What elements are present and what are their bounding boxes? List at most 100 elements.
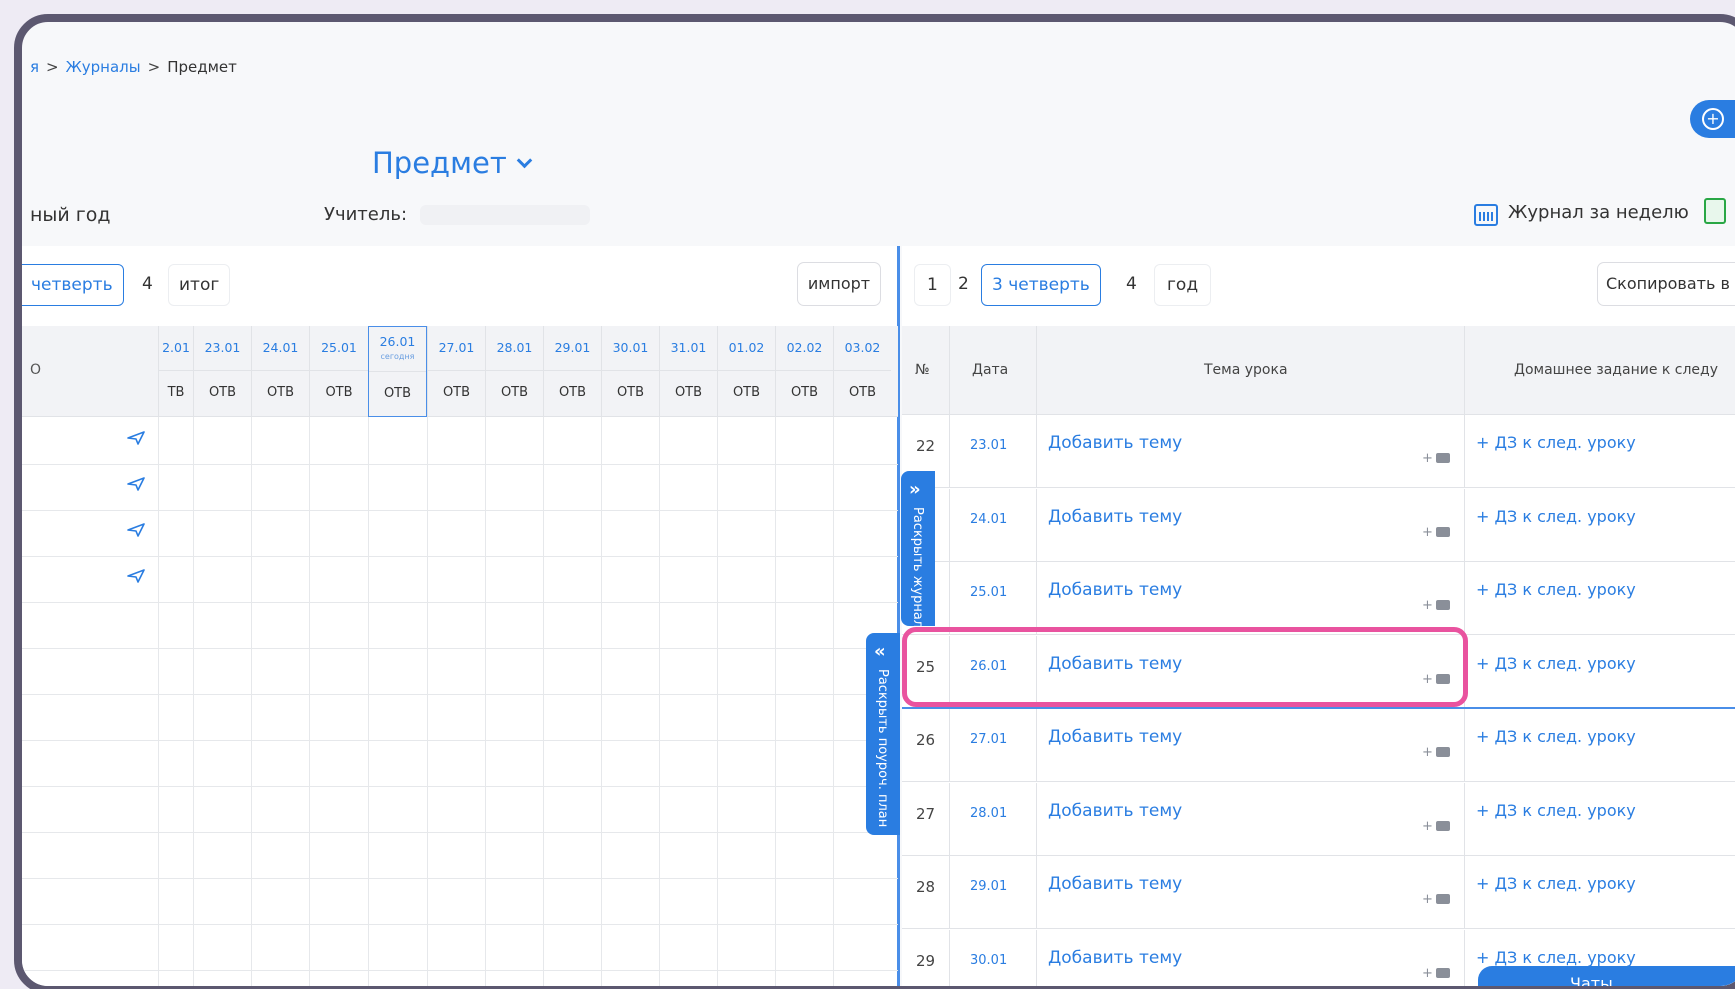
breadcrumb-link-home[interactable]: я bbox=[30, 58, 39, 76]
add-topic-link[interactable]: Добавить тему bbox=[1048, 507, 1182, 527]
add-topic-link[interactable]: Добавить тему bbox=[1048, 727, 1182, 747]
date-column[interactable]: 27.01 ОТВ bbox=[427, 326, 485, 417]
date-column[interactable]: 01.02 ОТВ bbox=[717, 326, 775, 417]
add-homework-link[interactable]: + ДЗ к след. уроку bbox=[1476, 433, 1636, 452]
add-topic-link[interactable]: Добавить тему bbox=[1048, 433, 1182, 453]
header-sep bbox=[1036, 326, 1037, 415]
date-header[interactable]: 28.01 bbox=[486, 326, 543, 371]
answer-type-label[interactable]: ОТВ bbox=[194, 371, 251, 416]
col-header-homework: Домашнее задание к следу bbox=[1514, 362, 1719, 378]
tab-quarter-1[interactable]: 1 bbox=[914, 264, 951, 306]
date-header[interactable]: 23.01 bbox=[194, 326, 251, 371]
date-header[interactable]: 29.01 bbox=[544, 326, 601, 371]
add-homework-link[interactable]: + ДЗ к след. уроку bbox=[1476, 654, 1636, 673]
grid-line bbox=[22, 786, 898, 787]
add-video-button[interactable]: + bbox=[1422, 745, 1450, 760]
date-column[interactable]: 31.01 ОТВ bbox=[659, 326, 717, 417]
lesson-date[interactable]: 23.01 bbox=[970, 438, 1007, 453]
lesson-date[interactable]: 28.01 bbox=[970, 806, 1007, 821]
tab-quarter-4-right[interactable]: 4 bbox=[1116, 264, 1147, 306]
week-journal-link[interactable]: Журнал за неделю bbox=[1508, 202, 1689, 223]
expand-plan-tab[interactable]: « Раскрыть поуроч. план bbox=[866, 633, 900, 835]
answer-type-label[interactable]: ОТВ bbox=[544, 371, 601, 416]
date-header[interactable]: 01.02 bbox=[718, 326, 775, 371]
lesson-date[interactable]: 25.01 bbox=[970, 585, 1007, 600]
date-header[interactable]: 2.01 bbox=[159, 326, 193, 371]
date-column[interactable]: 29.01 ОТВ bbox=[543, 326, 601, 417]
answer-type-label[interactable]: ОТВ bbox=[310, 371, 368, 416]
add-homework-link[interactable]: + ДЗ к след. уроку bbox=[1476, 727, 1636, 746]
grid-line bbox=[833, 417, 834, 986]
copy-button[interactable]: Скопировать в bbox=[1597, 262, 1735, 306]
date-column[interactable]: 30.01 ОТВ bbox=[601, 326, 659, 417]
lesson-date[interactable]: 30.01 bbox=[970, 953, 1007, 968]
add-topic-link[interactable]: Добавить тему bbox=[1048, 874, 1182, 894]
date-column[interactable]: 26.01 сегодня ОТВ bbox=[368, 326, 427, 417]
chats-label: Чаты bbox=[1570, 974, 1613, 989]
add-homework-link[interactable]: + ДЗ к след. уроку bbox=[1476, 948, 1636, 967]
date-header[interactable]: 24.01 bbox=[252, 326, 309, 371]
expand-journal-tab[interactable]: » Раскрыть журнал bbox=[901, 471, 935, 628]
add-topic-link[interactable]: Добавить тему bbox=[1048, 948, 1182, 968]
send-icon[interactable] bbox=[126, 568, 146, 584]
add-homework-link[interactable]: + ДЗ к след. уроку bbox=[1476, 874, 1636, 893]
send-icon[interactable] bbox=[126, 522, 146, 538]
answer-type-label[interactable]: ОТВ bbox=[776, 371, 833, 416]
breadcrumb-current: Предмет bbox=[167, 58, 237, 76]
add-homework-link[interactable]: + ДЗ к след. уроку bbox=[1476, 507, 1636, 526]
add-topic-link[interactable]: Добавить тему bbox=[1048, 801, 1182, 821]
answer-type-label[interactable]: ОТВ bbox=[252, 371, 309, 416]
date-header[interactable]: 26.01 сегодня bbox=[369, 327, 426, 372]
tab-total[interactable]: итог bbox=[168, 264, 231, 306]
answer-type-label[interactable]: ОТВ bbox=[602, 371, 659, 416]
date-header[interactable]: 25.01 bbox=[310, 326, 368, 371]
lesson-date[interactable]: 27.01 bbox=[970, 732, 1007, 747]
date-header[interactable]: 30.01 bbox=[602, 326, 659, 371]
date-column[interactable]: 25.01 ОТВ bbox=[309, 326, 368, 417]
add-button[interactable]: + bbox=[1690, 100, 1735, 138]
add-homework-link[interactable]: + ДЗ к след. уроку bbox=[1476, 580, 1636, 599]
tab-quarter-3[interactable]: четверть bbox=[22, 264, 124, 306]
chats-widget[interactable]: Чаты bbox=[1478, 966, 1735, 989]
import-button[interactable]: импорт bbox=[797, 262, 881, 306]
tab-quarter-2[interactable]: 2 bbox=[950, 264, 977, 306]
add-video-button[interactable]: + bbox=[1422, 525, 1450, 540]
send-icon[interactable] bbox=[126, 476, 146, 492]
grid-line bbox=[22, 602, 898, 603]
lesson-date[interactable]: 24.01 bbox=[970, 512, 1007, 527]
date-column[interactable]: 2.01 ТВ bbox=[158, 326, 193, 417]
answer-type-label[interactable]: ОТВ bbox=[486, 371, 543, 416]
add-video-button[interactable]: + bbox=[1422, 598, 1450, 613]
calendar-icon[interactable] bbox=[1474, 204, 1498, 226]
grid-line bbox=[775, 417, 776, 986]
date-column[interactable]: 03.02 ОТВ bbox=[833, 326, 891, 417]
send-icon[interactable] bbox=[126, 430, 146, 446]
date-header[interactable]: 03.02 bbox=[834, 326, 891, 371]
tab-quarter-4[interactable]: 4 bbox=[132, 264, 163, 306]
add-video-button[interactable]: + bbox=[1422, 451, 1450, 466]
tab-quarter-3-right[interactable]: 3 четверть bbox=[981, 264, 1101, 306]
answer-type-label[interactable]: ОТВ bbox=[834, 371, 891, 416]
date-header[interactable]: 02.02 bbox=[776, 326, 833, 371]
answer-type-label[interactable]: ТВ bbox=[159, 371, 193, 416]
date-header[interactable]: 31.01 bbox=[660, 326, 717, 371]
excel-export-icon[interactable] bbox=[1704, 198, 1726, 224]
date-column[interactable]: 02.02 ОТВ bbox=[775, 326, 833, 417]
add-video-button[interactable]: + bbox=[1422, 892, 1450, 907]
breadcrumb-link-journals[interactable]: Журналы bbox=[66, 58, 141, 76]
tab-year[interactable]: год bbox=[1154, 264, 1212, 306]
date-column[interactable]: 28.01 ОТВ bbox=[485, 326, 543, 417]
lesson-date[interactable]: 29.01 bbox=[970, 879, 1007, 894]
answer-type-label[interactable]: ОТВ bbox=[660, 371, 717, 416]
add-video-button[interactable]: + bbox=[1422, 819, 1450, 834]
answer-type-label[interactable]: ОТВ bbox=[428, 371, 485, 416]
answer-type-label[interactable]: ОТВ bbox=[718, 371, 775, 416]
date-column[interactable]: 23.01 ОТВ bbox=[193, 326, 251, 417]
answer-type-label[interactable]: ОТВ bbox=[369, 372, 426, 417]
date-header[interactable]: 27.01 bbox=[428, 326, 485, 371]
date-column[interactable]: 24.01 ОТВ bbox=[251, 326, 309, 417]
add-topic-link[interactable]: Добавить тему bbox=[1048, 580, 1182, 600]
add-homework-link[interactable]: + ДЗ к след. уроку bbox=[1476, 801, 1636, 820]
subject-selector[interactable]: Предмет bbox=[372, 146, 533, 180]
add-video-button[interactable]: + bbox=[1422, 966, 1450, 981]
